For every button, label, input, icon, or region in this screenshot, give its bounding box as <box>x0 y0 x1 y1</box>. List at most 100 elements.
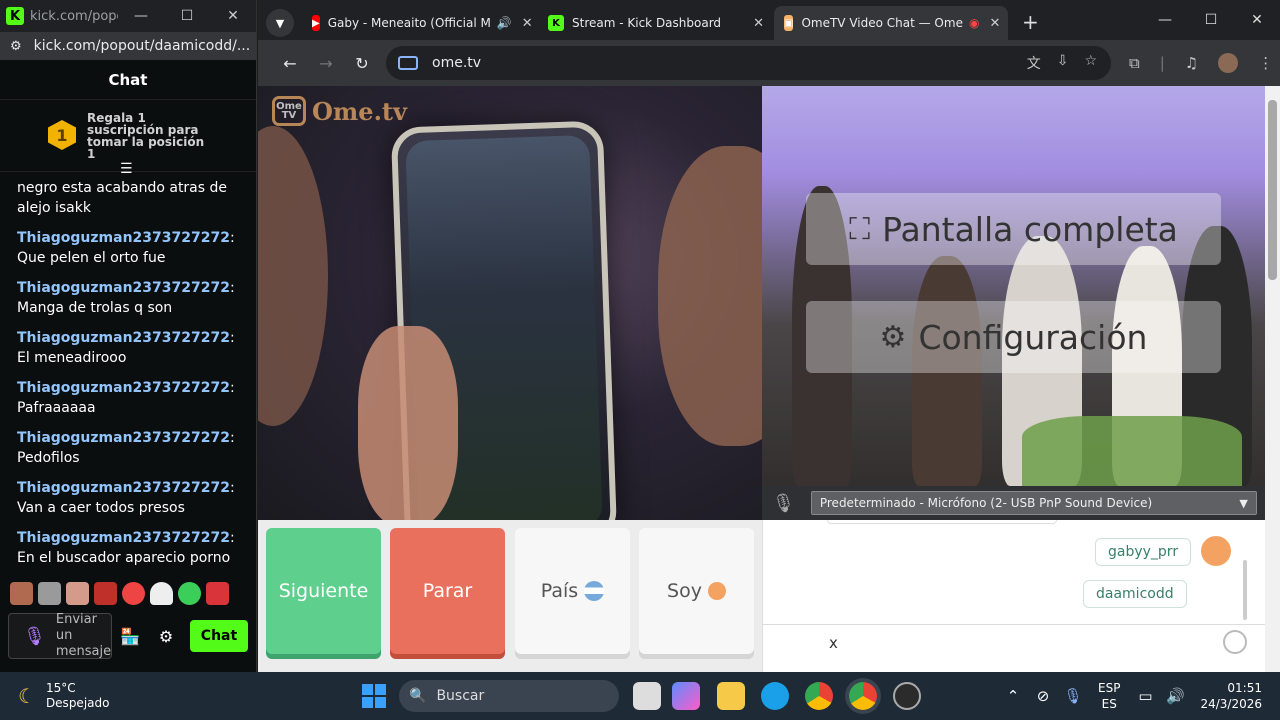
message-remnant <box>827 520 1057 524</box>
chat-message: Thiagoguzman2373727272: Pafraaaaaa <box>17 378 244 418</box>
url-text[interactable]: ome.tv <box>432 55 481 71</box>
chat-username[interactable]: Thiagoguzman2373727272 <box>17 480 230 496</box>
tab-youtube[interactable]: ▶ Gaby - Meneaito (Official M 🔊 ✕ <box>302 6 538 40</box>
translate-icon[interactable]: 文 <box>1027 53 1041 73</box>
bookmark-star-icon[interactable]: ☆ <box>1084 53 1097 73</box>
ometv-icon: ▣ <box>784 15 794 31</box>
chat-username[interactable]: Thiagoguzman2373727272 <box>17 280 230 296</box>
window-controls: — ☐ ✕ <box>1142 0 1280 40</box>
chevron-up-icon[interactable]: ⌃ <box>998 687 1028 705</box>
edge-icon[interactable] <box>761 682 789 710</box>
emote[interactable] <box>10 582 33 605</box>
microphone-icon[interactable]: 🎙 <box>23 626 46 647</box>
wifi-off-icon[interactable]: ⊘ <box>1028 687 1058 705</box>
obs-icon[interactable] <box>893 682 921 710</box>
extensions-icon[interactable]: ⧉ <box>1129 54 1140 72</box>
send-chat-button[interactable]: Chat <box>190 620 248 652</box>
close-tab-icon[interactable]: ✕ <box>979 16 1000 31</box>
store-icon[interactable]: 🏪 <box>112 627 148 646</box>
back-icon[interactable]: ← <box>272 54 308 73</box>
close-tab-icon[interactable]: ✕ <box>743 16 764 31</box>
tab-search-button[interactable]: ▼ <box>266 9 294 37</box>
search-icon: 🔍 <box>409 688 427 704</box>
gender-button[interactable]: Soy <box>639 528 754 654</box>
close-button[interactable]: ✕ <box>210 8 256 24</box>
language-indicator[interactable]: ESP ES <box>1098 680 1120 712</box>
forward-icon[interactable]: → <box>308 54 344 73</box>
popup-url[interactable]: kick.com/popout/daamicodd/... <box>34 38 251 54</box>
camera-icon[interactable] <box>398 56 418 70</box>
emote[interactable] <box>206 582 229 605</box>
speaker-icon[interactable]: 🔊 <box>497 16 512 30</box>
taskbar-search[interactable]: 🔍 Buscar <box>399 680 619 712</box>
next-button[interactable]: Siguiente <box>266 528 381 654</box>
chat-username[interactable]: Thiagoguzman2373727272 <box>17 230 230 246</box>
display-icon[interactable]: ▭ <box>1130 687 1160 705</box>
emoji-icon[interactable] <box>1223 630 1247 654</box>
profile-avatar[interactable] <box>1218 53 1239 73</box>
chrome-active-icon[interactable] <box>849 682 877 710</box>
microphone-icon[interactable]: 🎙 <box>1058 687 1088 705</box>
file-explorer-icon[interactable] <box>717 682 745 710</box>
emote[interactable] <box>66 582 89 605</box>
taskbar: ☾ 15°C Despejado 🔍 Buscar ⌃ ⊘ 🎙 ESP ES ▭ 🔊… <box>0 672 1280 720</box>
reload-icon[interactable]: ↻ <box>344 54 380 73</box>
tab-kick-dashboard[interactable]: K Stream - Kick Dashboard ✕ <box>538 6 774 40</box>
settings-icon[interactable]: ⚙ <box>148 627 184 646</box>
emote-bar <box>10 582 229 605</box>
country-button[interactable]: País <box>515 528 630 654</box>
tab-ometv[interactable]: ▣ OmeTV Video Chat — Ome ◉ ✕ <box>774 6 1008 40</box>
chat-message: Thiagoguzman2373727272: Van a caer todos… <box>17 478 244 518</box>
stop-button[interactable]: Parar <box>390 528 505 654</box>
video-person <box>258 126 328 426</box>
chat-username[interactable]: Thiagoguzman2373727272 <box>17 530 230 546</box>
emote[interactable] <box>178 582 201 605</box>
site-info-icon[interactable]: ⚙ <box>10 39 22 54</box>
chat-username[interactable]: Thiagoguzman2373727272 <box>17 430 230 446</box>
kick-icon: K <box>548 15 564 31</box>
scrollbar-thumb[interactable] <box>1268 100 1277 280</box>
settings-button[interactable]: ⚙ Configuración <box>806 301 1221 373</box>
remote-video: ⛶ Pantalla completa ⚙ Configuración <box>762 86 1265 520</box>
minimize-button[interactable]: — <box>118 8 164 24</box>
divider: | <box>1159 54 1165 72</box>
chat-username[interactable]: Thiagoguzman2373727272 <box>17 330 230 346</box>
media-control-icon[interactable]: ♫ <box>1185 54 1198 72</box>
start-button[interactable] <box>362 684 386 708</box>
chat-message: Thiagoguzman2373727272: Que pelen el ort… <box>17 228 244 268</box>
volume-icon[interactable]: 🔊 <box>1160 687 1190 705</box>
page-scrollbar[interactable] <box>1265 86 1280 672</box>
maximize-button[interactable]: ☐ <box>1188 12 1234 28</box>
new-tab-button[interactable]: + <box>1022 10 1039 34</box>
address-bar[interactable]: ome.tv 文 ⇩ ☆ <box>386 46 1111 80</box>
close-tab-icon[interactable]: ✕ <box>512 16 533 31</box>
popup-url-bar: ⚙ kick.com/popout/daamicodd/... <box>0 32 256 60</box>
fullscreen-button[interactable]: ⛶ Pantalla completa <box>806 193 1221 265</box>
mic-device-select[interactable]: Predeterminado - Micrófono (2- USB PnP S… <box>810 491 1257 515</box>
maximize-button[interactable]: ☐ <box>164 8 210 24</box>
close-button[interactable]: ✕ <box>1234 12 1280 28</box>
chat-input-field[interactable]: x <box>763 624 1266 660</box>
toolbar: ← → ↻ ome.tv 文 ⇩ ☆ ⧉ | ♫ ⋮ <box>258 40 1280 86</box>
menu-icon[interactable]: ⋮ <box>1258 54 1273 72</box>
chat-username[interactable]: Thiagoguzman2373727272 <box>17 380 230 396</box>
minimize-button[interactable]: — <box>1142 12 1188 28</box>
collapse-icon[interactable]: ☰ <box>120 161 133 177</box>
chat-bubble: gabyy_prr <box>1095 538 1192 566</box>
emote[interactable] <box>150 582 173 605</box>
emote[interactable] <box>94 582 117 605</box>
emote[interactable] <box>38 582 61 605</box>
install-icon[interactable]: ⇩ <box>1057 53 1069 73</box>
chrome-icon[interactable] <box>805 682 833 710</box>
copilot-icon[interactable] <box>672 682 700 710</box>
weather-widget[interactable]: ☾ 15°C Despejado <box>18 681 109 711</box>
boy-avatar-icon <box>1201 536 1231 566</box>
chat-input[interactable]: 🎙 Enviar un mensaje <box>8 612 112 659</box>
chat-message: Thiagoguzman2373727272: En el buscador a… <box>17 528 244 568</box>
emote[interactable] <box>122 582 145 605</box>
chat-scrollbar[interactable] <box>1243 560 1247 620</box>
pinned-gift-banner[interactable]: 1 Regala 1 suscripción para tomar la pos… <box>0 100 256 177</box>
clock[interactable]: 01:51 24/3/2026 <box>1200 680 1262 712</box>
task-view-icon[interactable] <box>633 682 661 710</box>
popup-titlebar: K kick.com/popo... — ☐ ✕ <box>0 0 256 32</box>
